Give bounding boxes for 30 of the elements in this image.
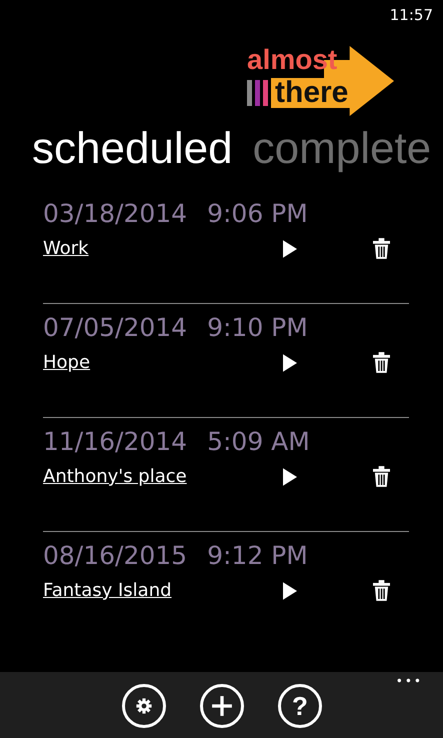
delete-icon[interactable] bbox=[373, 580, 390, 601]
more-menu[interactable]: ••• bbox=[396, 674, 423, 688]
trip-time: 9:12 PM bbox=[207, 540, 308, 572]
play-icon[interactable] bbox=[283, 354, 297, 372]
app-logo: almost there bbox=[243, 44, 403, 116]
destination-link[interactable]: Work bbox=[43, 238, 275, 259]
delete-icon[interactable] bbox=[373, 352, 390, 373]
delete-icon[interactable] bbox=[373, 466, 390, 487]
add-button[interactable] bbox=[200, 684, 244, 728]
trip-date: 08/16/2015 bbox=[43, 540, 188, 572]
plus-icon bbox=[211, 695, 233, 717]
trip-date: 03/18/2014 bbox=[43, 198, 188, 230]
settings-button[interactable] bbox=[122, 684, 166, 728]
pivot-tab[interactable]: complete bbox=[252, 124, 432, 174]
destination-link[interactable]: Anthony's place bbox=[43, 466, 275, 487]
trip-date: 11/16/2014 bbox=[43, 426, 188, 458]
delete-icon[interactable] bbox=[373, 238, 390, 259]
destination-link[interactable]: Hope bbox=[43, 352, 275, 373]
clock: 11:57 bbox=[390, 6, 433, 24]
play-icon[interactable] bbox=[283, 582, 297, 600]
destination-link[interactable]: Fantasy Island bbox=[43, 580, 275, 601]
play-icon[interactable] bbox=[283, 240, 297, 258]
trip-time: 5:09 AM bbox=[207, 426, 310, 458]
play-icon[interactable] bbox=[283, 468, 297, 486]
trip-time: 9:06 PM bbox=[207, 198, 308, 230]
help-button[interactable]: ? bbox=[278, 684, 322, 728]
gear-icon bbox=[136, 698, 152, 714]
trip-time: 9:10 PM bbox=[207, 312, 308, 344]
trip-date: 07/05/2014 bbox=[43, 312, 188, 344]
pivot-tab[interactable]: scheduled bbox=[32, 124, 233, 174]
